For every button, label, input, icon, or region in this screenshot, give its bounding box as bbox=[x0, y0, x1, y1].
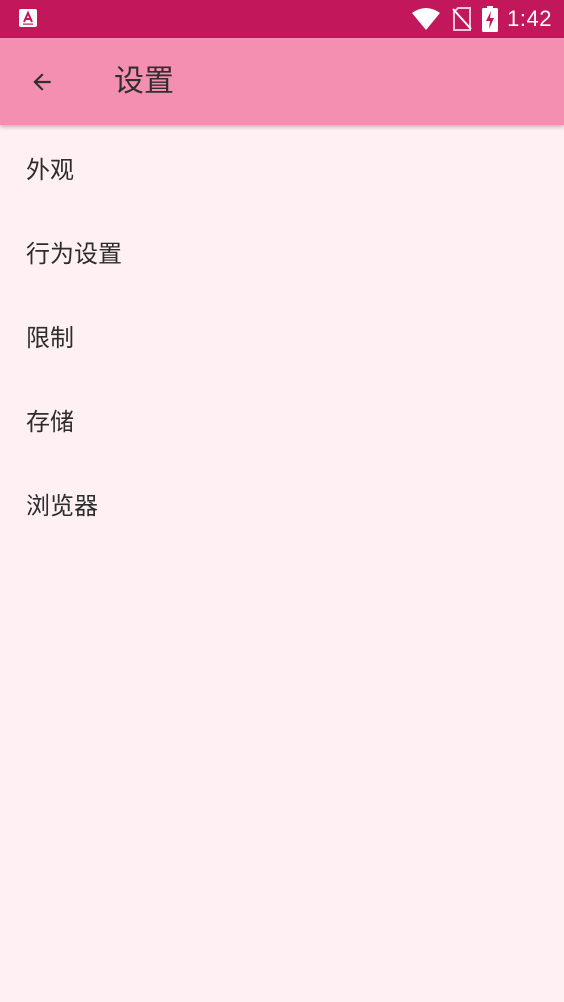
settings-item-storage[interactable]: 存储 bbox=[0, 377, 564, 461]
back-button[interactable] bbox=[18, 59, 66, 105]
status-bar: 1:42 bbox=[0, 0, 564, 38]
settings-item-label: 存储 bbox=[26, 407, 74, 436]
settings-item-label: 限制 bbox=[26, 323, 74, 352]
settings-list: 外观 行为设置 限制 存储 浏览器 bbox=[0, 125, 564, 545]
status-icons: 1:42 bbox=[412, 0, 552, 38]
settings-item-label: 行为设置 bbox=[26, 239, 122, 268]
status-time: 1:42 bbox=[507, 6, 552, 31]
app-notification-icon bbox=[19, 9, 37, 27]
app-bar: 设置 bbox=[0, 38, 564, 125]
settings-item-restrictions[interactable]: 限制 bbox=[0, 293, 564, 377]
settings-screen: 1:42 设置 外观 行为设置 限制 存储 浏览器 bbox=[0, 0, 564, 1002]
no-sim-icon bbox=[452, 7, 472, 31]
settings-item-appearance[interactable]: 外观 bbox=[0, 125, 564, 209]
battery-charging-icon bbox=[482, 6, 499, 32]
settings-item-label: 外观 bbox=[26, 155, 74, 184]
page-title: 设置 bbox=[114, 64, 174, 99]
settings-item-browser[interactable]: 浏览器 bbox=[0, 461, 564, 545]
settings-item-behavior[interactable]: 行为设置 bbox=[0, 209, 564, 293]
wifi-icon bbox=[412, 8, 441, 30]
arrow-back-icon bbox=[33, 73, 51, 91]
settings-item-label: 浏览器 bbox=[26, 491, 98, 520]
